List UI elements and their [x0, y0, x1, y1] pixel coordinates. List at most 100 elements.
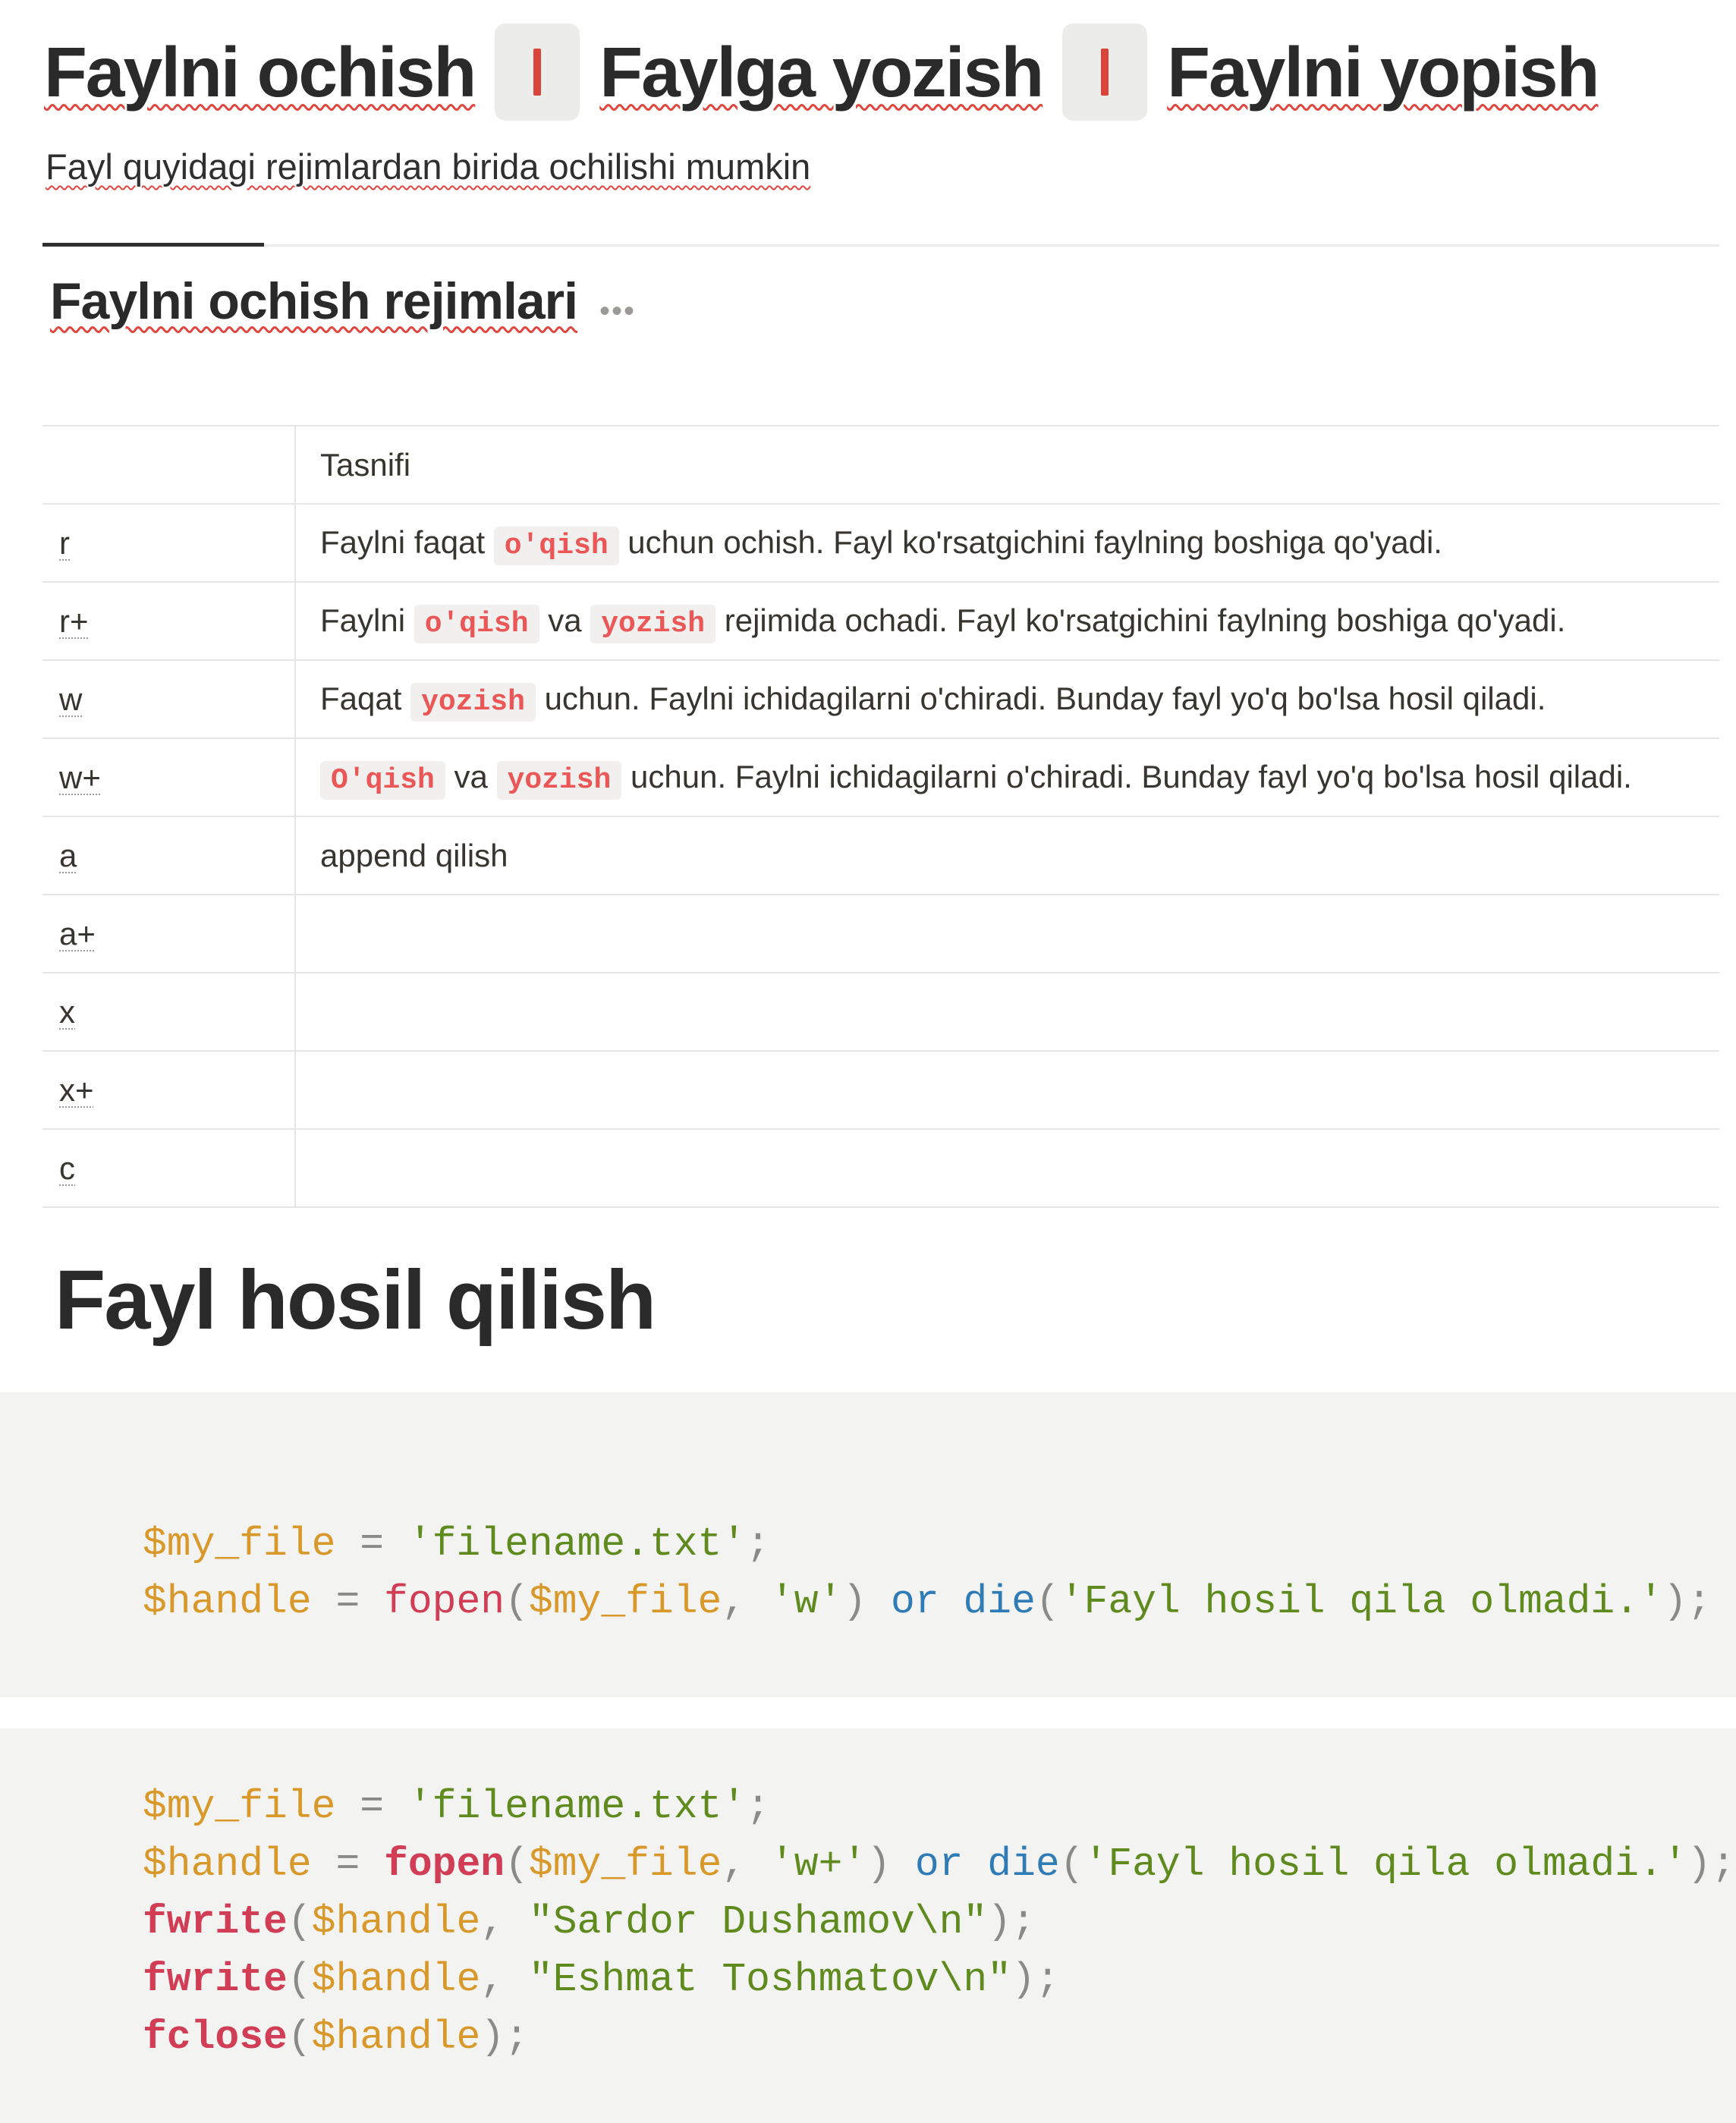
code-punctuation: =: [311, 1579, 385, 1624]
code-string: 'Fayl hosil qila olmadi.': [1059, 1579, 1663, 1624]
table-row: r+ Faylni o'qish va yozish rejimida ochad…: [42, 581, 1719, 660]
code-punctuation: ): [842, 1579, 892, 1624]
code-punctuation: (: [505, 1579, 529, 1624]
table-row: x+: [42, 1050, 1719, 1129]
title-part-write: Faylga yozish: [599, 33, 1044, 112]
mode-cell[interactable]: w+: [42, 738, 295, 816]
more-dots-icon[interactable]: •••: [599, 294, 636, 329]
code-punctuation: [963, 1842, 987, 1887]
description-text: uchun ochish. Fayl ko'rsatgichini faylni…: [618, 524, 1442, 560]
mode-label: r+: [59, 602, 89, 639]
code-variable: $my_file: [143, 1784, 336, 1829]
code-punctuation: (: [287, 1957, 312, 2002]
table-row: a+: [42, 894, 1719, 973]
code-punctuation: (: [287, 2014, 312, 2060]
code-block-2[interactable]: $my_file = 'filename.txt'; $handle = fope…: [0, 1728, 1736, 2123]
description-text: uchun. Faylni ichidagilarni o'chiradi. B…: [535, 680, 1546, 716]
code-punctuation: =: [335, 1784, 408, 1829]
active-tab-indicator[interactable]: [42, 243, 264, 247]
table-row: c: [42, 1128, 1719, 1208]
inline-code: yozish: [410, 682, 536, 722]
description-cell[interactable]: Faylni faqat o'qish uchun ochish. Fayl k…: [294, 503, 1719, 582]
description-cell[interactable]: [294, 1128, 1719, 1208]
description-cell[interactable]: [294, 1050, 1719, 1129]
mode-cell[interactable]: a+: [42, 894, 295, 973]
code-variable: $handle: [311, 1899, 481, 1945]
code-string: 'filename.txt': [407, 1784, 747, 1829]
mode-cell[interactable]: x+: [42, 1050, 295, 1129]
mode-cell[interactable]: r: [42, 503, 295, 582]
code-punctuation: ,: [480, 1899, 529, 1945]
code-punctuation: =: [311, 1842, 385, 1887]
description-text: va: [539, 602, 591, 638]
mode-cell[interactable]: c: [42, 1128, 295, 1208]
code-line: $my_file = 'filename.txt';: [143, 1778, 1735, 1835]
mode-label: a+: [59, 915, 96, 951]
mode-cell[interactable]: r+: [42, 581, 295, 660]
code-punctuation: ,: [722, 1579, 770, 1624]
header-cell-description[interactable]: Tasnifi: [294, 425, 1719, 504]
code-keyword: or: [891, 1579, 939, 1624]
code-punctuation: [939, 1579, 964, 1624]
inline-code: o'qish: [414, 604, 539, 643]
code-variable: $my_file: [528, 1842, 722, 1887]
mode-cell[interactable]: x: [42, 972, 295, 1051]
mode-cell[interactable]: a: [42, 816, 295, 895]
code-block-1[interactable]: $my_file = 'filename.txt'; $handle = fope…: [0, 1392, 1736, 1697]
description-text: append qilish: [320, 837, 508, 873]
code-function: fwrite: [143, 1957, 288, 2002]
code-line: fwrite($handle, "Eshmat Toshmatov\n");: [143, 1951, 1735, 2008]
table-header-row: Tasnifi: [42, 425, 1719, 504]
code-punctuation: (: [1035, 1579, 1060, 1624]
description-cell[interactable]: Faqat yozish uchun. Faylni ichidagilarni…: [294, 659, 1719, 738]
code-keyword: die: [963, 1579, 1036, 1624]
section-heading: Fayl hosil qilish: [55, 1253, 656, 1347]
mode-label: c: [59, 1150, 75, 1186]
code-variable: $handle: [311, 1957, 481, 2002]
description-cell[interactable]: [294, 894, 1719, 973]
code-variable: $my_file: [528, 1579, 722, 1624]
code-variable: $handle: [311, 2014, 481, 2060]
code-function: fopen: [384, 1842, 505, 1887]
description-cell[interactable]: O'qish va yozish uchun. Faylni ichidagil…: [294, 738, 1719, 816]
code-line: $handle = fopen($my_file, 'w') or die('F…: [143, 1573, 1711, 1631]
code-function: fopen: [384, 1579, 505, 1624]
code-punctuation: );: [1011, 1957, 1060, 2002]
title-separator: [495, 24, 580, 121]
table-row: r Faylni faqat o'qish uchun ochish. Fayl …: [42, 503, 1719, 582]
table-row: w+ O'qish va yozish uchun. Faylni ichidag…: [42, 738, 1719, 816]
code-line: $my_file = 'filename.txt';: [143, 1515, 1711, 1573]
code-string: 'w+': [769, 1842, 867, 1887]
header-cell-mode[interactable]: [42, 425, 295, 504]
code-string: "Sardor Dushamov\n": [528, 1899, 988, 1945]
code-string: 'w': [769, 1579, 843, 1624]
page-title: Faylni ochish Faylga yozish Faylni yopis…: [44, 23, 1599, 121]
description-cell[interactable]: [294, 972, 1719, 1051]
code-lines: $my_file = 'filename.txt'; $handle = fope…: [143, 1778, 1735, 2066]
mode-label: x: [59, 993, 75, 1030]
code-function: fwrite: [143, 1899, 288, 1945]
code-punctuation: ;: [746, 1784, 770, 1829]
code-string: "Eshmat Toshmatov\n": [528, 1957, 1012, 2002]
code-punctuation: ;: [746, 1521, 770, 1567]
mode-label: w+: [59, 759, 101, 795]
description-text: Faylni: [320, 602, 414, 638]
code-punctuation: );: [987, 1899, 1036, 1945]
description-cell[interactable]: Faylni o'qish va yozish rejimida ochadi.…: [294, 581, 1719, 660]
mode-cell[interactable]: w: [42, 659, 295, 738]
code-keyword: die: [987, 1842, 1060, 1887]
inline-code: o'qish: [493, 526, 619, 565]
mode-label: x+: [59, 1071, 94, 1108]
description-text: va: [445, 758, 497, 794]
code-string: 'filename.txt': [407, 1521, 747, 1567]
tab-divider: [42, 244, 1719, 247]
table-row: a append qilish: [42, 816, 1719, 895]
code-punctuation: (: [287, 1899, 312, 1945]
code-variable: $handle: [143, 1842, 312, 1887]
description-cell[interactable]: append qilish: [294, 816, 1719, 895]
mode-label: w: [59, 681, 83, 717]
separator-bar-icon: [533, 49, 542, 96]
code-lines: $my_file = 'filename.txt'; $handle = fope…: [143, 1515, 1711, 1631]
code-variable: $my_file: [143, 1521, 336, 1567]
title-part-open: Faylni ochish: [44, 33, 476, 112]
